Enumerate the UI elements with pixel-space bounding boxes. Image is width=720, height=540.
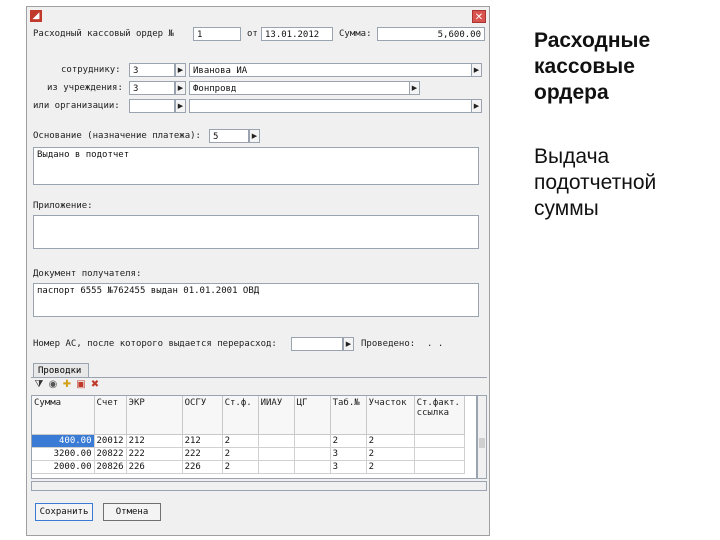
copy-icon[interactable]: ▣ <box>75 379 87 391</box>
add-icon[interactable]: ✚ <box>61 379 73 391</box>
cell-ekr[interactable]: 226 <box>126 460 183 474</box>
col-header-tabno[interactable]: Таб.№ <box>330 396 367 435</box>
table-row[interactable]: 400.00 20012 212 212 2 2 2 <box>32 434 465 448</box>
cell-amount[interactable]: 3200.00 <box>32 447 95 461</box>
organization-name-field[interactable] <box>189 99 477 113</box>
appendix-textarea[interactable] <box>33 215 479 249</box>
slide-subtitle: Выдача подотчетной суммы <box>534 145 657 220</box>
date-field[interactable]: 13.01.2012 <box>261 27 333 41</box>
grid-vertical-scrollbar[interactable] <box>477 395 487 479</box>
cell-cg[interactable] <box>294 447 331 461</box>
cell-osgu[interactable]: 212 <box>182 434 223 448</box>
view-icon[interactable]: ◉ <box>47 379 59 391</box>
col-header-osgu[interactable]: ОСГУ <box>182 396 223 435</box>
cell-tabno[interactable]: 3 <box>330 460 367 474</box>
overrun-select-arrow-icon[interactable]: ▶ <box>343 337 354 351</box>
cell-cg[interactable] <box>294 460 331 474</box>
cell-account[interactable]: 20012 <box>94 434 127 448</box>
app-icon: ◢ <box>30 10 42 22</box>
document-textarea[interactable]: паспорт 6555 №762455 выдан 01.01.2001 ОВ… <box>33 283 479 317</box>
cell-account[interactable]: 20822 <box>94 447 127 461</box>
order-number-field[interactable]: 1 <box>193 27 241 41</box>
delete-icon[interactable]: ✖ <box>89 379 101 391</box>
institution-name-field[interactable]: Фонпровд <box>189 81 415 95</box>
cell-stf[interactable]: 2 <box>222 434 259 448</box>
basis-code-field[interactable]: 5 <box>209 129 249 143</box>
cell-account[interactable]: 20826 <box>94 460 127 474</box>
col-header-account[interactable]: Счет <box>94 396 127 435</box>
document-label: Документ получателя: <box>33 269 142 279</box>
cell-iiau[interactable] <box>258 460 295 474</box>
table-row[interactable]: 2000.00 20826 226 226 2 3 2 <box>32 460 465 474</box>
col-header-ref[interactable]: Ст.факт. ссылка <box>414 396 465 435</box>
cell-ref[interactable] <box>414 447 465 461</box>
scroll-thumb[interactable] <box>479 438 485 448</box>
col-header-amount[interactable]: Сумма <box>32 396 95 435</box>
basis-select-arrow-icon[interactable]: ▶ <box>249 129 260 143</box>
overrun-field[interactable] <box>291 337 343 351</box>
cell-ekr[interactable]: 222 <box>126 447 183 461</box>
entries-table: Сумма Счет ЭКР ОСГУ Ст.ф. ИИАУ ЦГ Таб.№ … <box>32 396 465 474</box>
col-header-ekr[interactable]: ЭКР <box>126 396 183 435</box>
amount-label: Сумма: <box>339 29 372 39</box>
basis-label: Основание (назначение платежа): <box>33 131 201 141</box>
col-header-cg[interactable]: ЦГ <box>294 396 331 435</box>
cell-ref[interactable] <box>414 460 465 474</box>
tab-divider <box>31 377 487 378</box>
cell-section[interactable]: 2 <box>366 447 415 461</box>
institution-select-arrow-icon[interactable]: ▶ <box>175 81 186 95</box>
entries-grid: Сумма Счет ЭКР ОСГУ Ст.ф. ИИАУ ЦГ Таб.№ … <box>31 395 477 479</box>
col-header-stf[interactable]: Ст.ф. <box>222 396 259 435</box>
tab-entries[interactable]: Проводки <box>33 363 89 377</box>
cell-amount[interactable]: 2000.00 <box>32 460 95 474</box>
organization-name-arrow-icon[interactable]: ▶ <box>471 99 482 113</box>
cell-stf[interactable]: 2 <box>222 447 259 461</box>
employee-select-arrow-icon[interactable]: ▶ <box>175 63 186 77</box>
cell-tabno[interactable]: 2 <box>330 434 367 448</box>
cell-osgu[interactable]: 226 <box>182 460 223 474</box>
col-header-section[interactable]: Участок <box>366 396 415 435</box>
cell-ekr[interactable]: 212 <box>126 434 183 448</box>
cell-section[interactable]: 2 <box>366 434 415 448</box>
grid-horizontal-scrollbar[interactable] <box>31 481 487 491</box>
amount-field[interactable]: 5,600.00 <box>377 27 485 41</box>
organization-label: или организации: <box>33 101 120 111</box>
appendix-label: Приложение: <box>33 201 93 211</box>
posted-label: Проведено: <box>361 339 416 349</box>
col-header-iiau[interactable]: ИИАУ <box>258 396 295 435</box>
employee-label: сотруднику: <box>61 65 121 75</box>
cell-stf[interactable]: 2 <box>222 460 259 474</box>
institution-code-field[interactable]: 3 <box>129 81 175 95</box>
organization-select-arrow-icon[interactable]: ▶ <box>175 99 186 113</box>
basis-textarea[interactable]: Выдано в подотчет <box>33 147 479 185</box>
save-button[interactable]: Сохранить <box>35 503 93 521</box>
cancel-button[interactable]: Отмена <box>103 503 161 521</box>
employee-name-field[interactable]: Иванова ИА <box>189 63 477 77</box>
posted-value: . . <box>427 339 444 349</box>
date-label: от <box>247 29 258 39</box>
institution-label: из учреждения: <box>47 83 123 93</box>
overrun-label: Номер АС, после которого выдается перера… <box>33 339 277 349</box>
employee-code-field[interactable]: 3 <box>129 63 175 77</box>
cell-iiau[interactable] <box>258 434 295 448</box>
cell-section[interactable]: 2 <box>366 460 415 474</box>
institution-name-arrow-icon[interactable]: ▶ <box>409 81 420 95</box>
table-row[interactable]: 3200.00 20822 222 222 2 3 2 <box>32 447 465 461</box>
cell-osgu[interactable]: 222 <box>182 447 223 461</box>
filter-icon[interactable]: ⧩ <box>33 379 45 391</box>
cell-tabno[interactable]: 3 <box>330 447 367 461</box>
grid-header-row: Сумма Счет ЭКР ОСГУ Ст.ф. ИИАУ ЦГ Таб.№ … <box>32 396 465 435</box>
cell-iiau[interactable] <box>258 447 295 461</box>
cell-amount[interactable]: 400.00 <box>32 434 95 448</box>
order-number-label: Расходный кассовый ордер № <box>33 29 174 39</box>
employee-name-arrow-icon[interactable]: ▶ <box>471 63 482 77</box>
close-icon[interactable]: ✕ <box>472 10 486 23</box>
organization-code-field[interactable] <box>129 99 175 113</box>
cell-cg[interactable] <box>294 434 331 448</box>
dialog-window: ◢ ✕ Расходный кассовый ордер № 1 от 13.0… <box>26 6 490 536</box>
slide-title: Расходные кассовые ордера <box>534 29 651 104</box>
cell-ref[interactable] <box>414 434 465 448</box>
title-bar: ◢ ✕ <box>27 7 489 25</box>
